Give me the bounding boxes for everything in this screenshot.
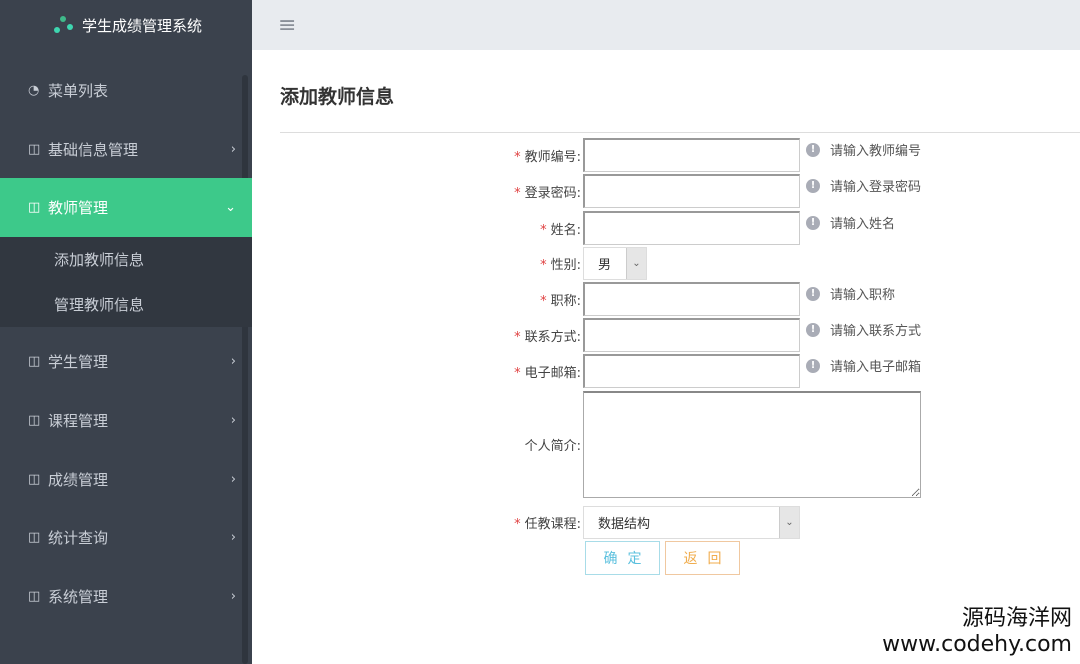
field-label: 登录密码:: [524, 185, 581, 201]
chevron-down-icon: ⌄: [779, 507, 799, 538]
field-hint: 请输入职称: [830, 288, 896, 303]
logo-icon: [52, 15, 78, 35]
sidebar-item-label: 基础信息管理: [48, 141, 139, 159]
chevron-right-icon: ›: [230, 413, 236, 428]
required-mark: *: [540, 258, 547, 273]
watermark-line2: www.codehy.com: [882, 632, 1072, 657]
table-icon: ◫: [28, 200, 41, 215]
info-icon: !: [806, 215, 820, 230]
watermark: 源码海洋网 www.codehy.com: [882, 606, 1072, 658]
teacher-id-input[interactable]: [583, 138, 800, 172]
field-hint: 请输入联系方式: [830, 324, 922, 339]
sidebar-item-label: 教师管理: [48, 199, 109, 217]
sidebar-item-label: 统计查询: [48, 529, 109, 547]
top-header: ≡: [252, 0, 1080, 50]
field-email: * 电子邮箱:! 请输入电子邮箱: [380, 354, 921, 388]
table-icon: ◫: [28, 354, 41, 369]
table-icon: ◫: [28, 142, 41, 157]
watermark-line1: 源码海洋网: [961, 606, 1072, 631]
field-hint: 请输入姓名: [830, 217, 896, 232]
field-label: 职称:: [550, 293, 581, 309]
field-label: 联系方式:: [524, 329, 581, 345]
field-gender: * 性别: 男 ⌄: [380, 247, 647, 280]
chevron-right-icon: ›: [230, 589, 236, 604]
sidebar-item-system[interactable]: ◫ 系统管理 ›: [0, 567, 252, 626]
field-phone: * 联系方式:! 请输入联系方式: [380, 318, 921, 352]
gender-select[interactable]: 男 ⌄: [583, 247, 647, 280]
required-mark: *: [514, 149, 521, 165]
teacher-submenu: 添加教师信息 管理教师信息: [0, 237, 252, 327]
table-icon: ◫: [28, 413, 41, 428]
required-mark: *: [514, 185, 521, 201]
info-icon: !: [806, 322, 820, 337]
title-input[interactable]: [583, 282, 800, 316]
sidebar-item-statistics[interactable]: ◫ 统计查询 ›: [0, 508, 252, 567]
table-icon: ◫: [28, 472, 41, 487]
chevron-right-icon: ›: [230, 530, 236, 545]
sidebar-item-label: 学生管理: [48, 353, 109, 371]
password-input[interactable]: [583, 174, 800, 208]
field-title: * 职称:! 请输入职称: [380, 282, 895, 316]
chevron-right-icon: ›: [230, 142, 236, 157]
confirm-button[interactable]: 确定: [585, 541, 660, 575]
info-icon: !: [806, 178, 820, 193]
dashboard-icon: ◔: [28, 83, 40, 98]
required-mark: *: [540, 222, 547, 238]
field-label: 性别:: [550, 258, 581, 273]
sidebar-item-label: 成绩管理: [48, 471, 109, 489]
info-icon: !: [806, 286, 820, 301]
sidebar-item-score[interactable]: ◫ 成绩管理 ›: [0, 450, 252, 509]
sidebar-item-student[interactable]: ◫ 学生管理 ›: [0, 332, 252, 391]
email-input[interactable]: [583, 354, 800, 388]
sidebar-item-label: 菜单列表: [48, 82, 109, 100]
divider: [280, 132, 1080, 133]
field-label: 教师编号:: [524, 149, 581, 165]
submenu-add-teacher[interactable]: 添加教师信息: [0, 237, 252, 282]
field-teacher-id: * 教师编号:! 请输入教师编号: [380, 138, 921, 172]
back-button[interactable]: 返回: [665, 541, 740, 575]
sidebar-item-teacher[interactable]: ◫ 教师管理 ⌄: [0, 178, 252, 237]
required-mark: *: [514, 365, 521, 381]
field-course: * 任教课程: 数据结构 ⌄: [380, 506, 800, 539]
field-bio: 个人简介:: [380, 391, 921, 498]
app-logo[interactable]: 学生成绩管理系统: [0, 0, 252, 50]
page-title: 添加教师信息: [280, 86, 395, 108]
chevron-down-icon: ⌄: [626, 248, 646, 279]
phone-input[interactable]: [583, 318, 800, 352]
field-label: 电子邮箱:: [524, 365, 581, 381]
field-label: 任教课程:: [524, 517, 581, 532]
app-title: 学生成绩管理系统: [82, 16, 203, 35]
sidebar-item-menu-list[interactable]: ◔ 菜单列表: [0, 61, 252, 120]
course-select[interactable]: 数据结构 ⌄: [583, 506, 800, 539]
name-input[interactable]: [583, 211, 800, 245]
chevron-right-icon: ›: [230, 472, 236, 487]
field-hint: 请输入登录密码: [830, 180, 922, 195]
field-hint: 请输入电子邮箱: [830, 360, 922, 375]
field-password: * 登录密码:! 请输入登录密码: [380, 174, 921, 208]
sidebar: 学生成绩管理系统 ◔ 菜单列表 ◫ 基础信息管理 › ◫ 教师管理 ⌄ 添加教师信息 管理…: [0, 0, 252, 664]
required-mark: *: [514, 517, 521, 532]
chevron-down-icon: ⌄: [225, 200, 236, 215]
field-hint: 请输入教师编号: [830, 144, 922, 159]
field-name: * 姓名:! 请输入姓名: [380, 211, 895, 245]
required-mark: *: [514, 329, 521, 345]
field-label: 姓名:: [550, 222, 581, 238]
bio-textarea[interactable]: [583, 391, 921, 498]
hamburger-menu-icon[interactable]: ≡: [278, 13, 296, 38]
sidebar-item-label: 系统管理: [48, 588, 109, 606]
sidebar-item-course[interactable]: ◫ 课程管理 ›: [0, 391, 252, 450]
chevron-right-icon: ›: [230, 354, 236, 369]
submenu-manage-teacher[interactable]: 管理教师信息: [0, 282, 252, 327]
field-label: 个人简介:: [524, 439, 581, 454]
sidebar-item-basic-info[interactable]: ◫ 基础信息管理 ›: [0, 120, 252, 179]
table-icon: ◫: [28, 530, 41, 545]
required-mark: *: [540, 293, 547, 309]
table-icon: ◫: [28, 589, 41, 604]
info-icon: !: [806, 142, 820, 157]
sidebar-item-label: 课程管理: [48, 412, 109, 430]
info-icon: !: [806, 358, 820, 373]
